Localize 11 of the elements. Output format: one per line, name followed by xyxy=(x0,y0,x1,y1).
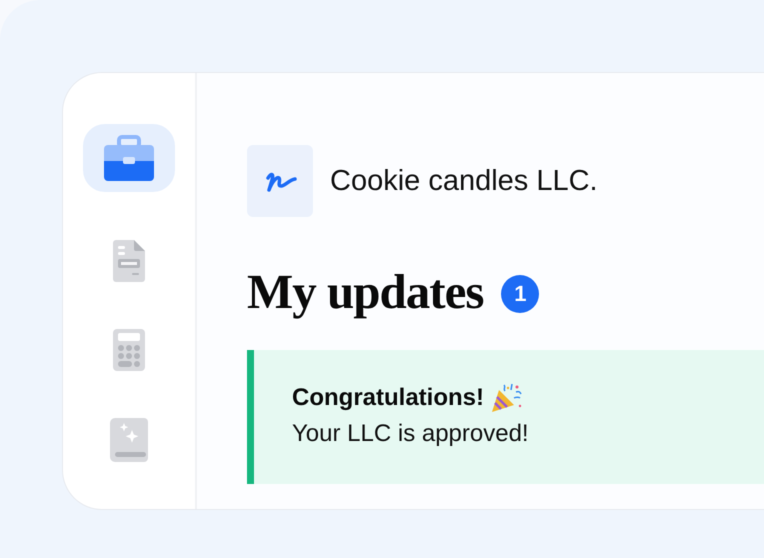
company-name: Cookie candles LLC. xyxy=(330,164,598,198)
document-icon xyxy=(113,240,145,282)
book-icon xyxy=(110,418,148,462)
updates-heading: My updates xyxy=(247,263,484,320)
alert-title: Congratulations! xyxy=(292,384,484,412)
briefcase-icon xyxy=(104,135,154,181)
count-badge: 1 xyxy=(501,274,540,312)
alert-message: Your LLC is approved! xyxy=(292,420,530,448)
calculator-icon xyxy=(113,329,145,371)
party-popper-icon xyxy=(490,382,522,414)
sidebar-item[interactable] xyxy=(83,124,175,192)
